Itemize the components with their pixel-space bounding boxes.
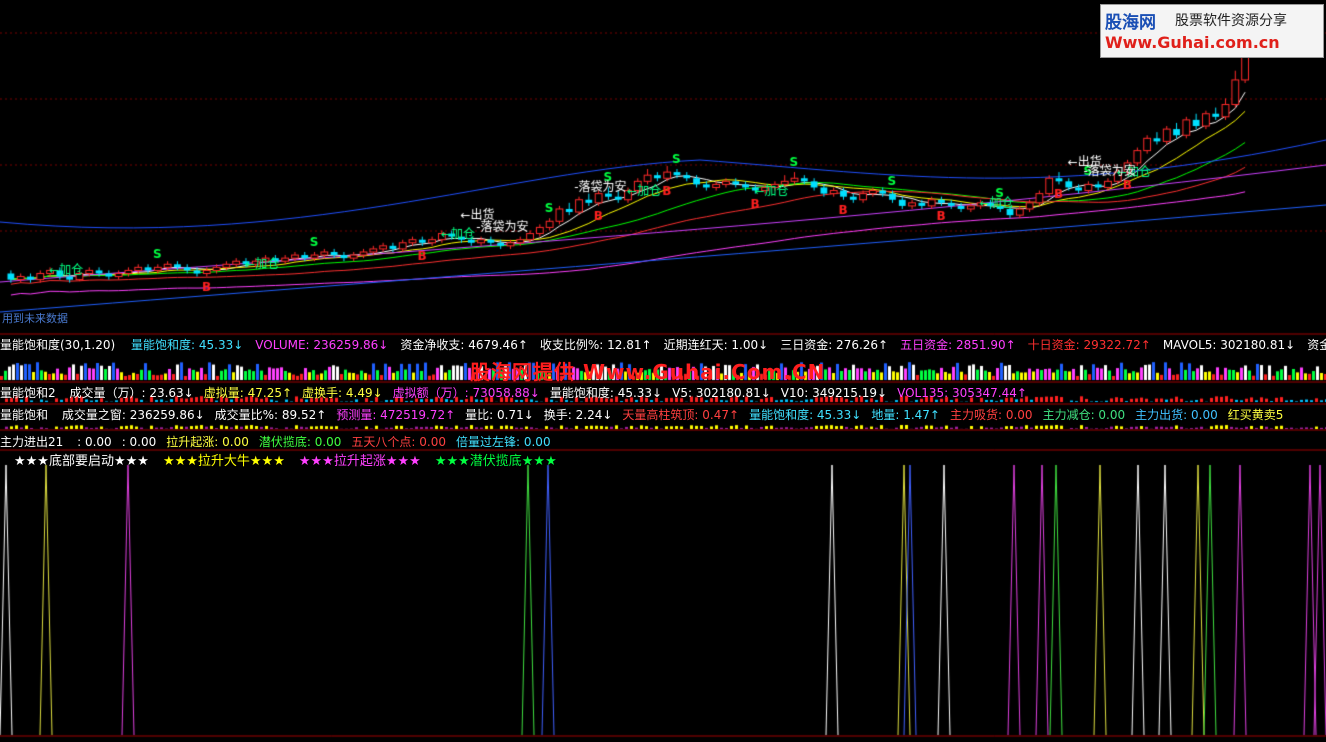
row4-item: 拉升起涨: 0.00 bbox=[166, 435, 249, 449]
indicator-row-1-title: 量能饱和度(30,1.20) bbox=[0, 338, 116, 352]
row3-item: 地量: 1.47↑ bbox=[871, 408, 940, 422]
row2-item: 量能饱和度: 45.33↓ bbox=[549, 386, 663, 400]
row3-item: 预测量: 472519.72↑ bbox=[336, 408, 456, 422]
watermark: 股海网提供 Www.Guhai.Com.CN bbox=[470, 360, 826, 384]
row4-item: 五天八个点: 0.00 bbox=[351, 435, 446, 449]
row1-item: VOLUME: 236259.86↓ bbox=[255, 338, 389, 352]
row3-item: 换手: 2.24↓ bbox=[543, 408, 613, 422]
row2-item: VOL135: 305347.44↑ bbox=[897, 386, 1027, 400]
indicator-row-3-title: 量能饱和 bbox=[0, 408, 49, 422]
row4-item: 潜伏揽底: 0.00 bbox=[258, 435, 342, 449]
row3-item: 成交量比%: 89.52↑ bbox=[214, 408, 327, 422]
row1-item: MAVOL5: 302180.81↓ bbox=[1162, 338, 1296, 352]
indicator-row-4-title: 主力进出21 bbox=[0, 435, 64, 449]
row3-item: 量能饱和度: 45.33↓ bbox=[749, 408, 862, 422]
row3-item: 红买黄卖5 bbox=[1227, 408, 1284, 422]
indicator-row-4: 主力进出21 : 0.00 : 0.00 拉升起涨: 0.00 潜伏揽底: 0.00 五… bbox=[0, 434, 551, 450]
row1-item: 五日资金: 2851.90↑ bbox=[900, 338, 1016, 352]
row3-item: 主力出货: 0.00 bbox=[1135, 408, 1218, 422]
row3-item: 成交量之窗: 236259.86↓ bbox=[61, 408, 205, 422]
logo-brand: 股海网 bbox=[1105, 13, 1156, 33]
logo-slogan: 股票软件资源分享 bbox=[1175, 13, 1287, 29]
row4-item: : 0.00 bbox=[77, 435, 112, 449]
row5-item: ★★★潜伏揽底★★★ bbox=[434, 454, 557, 469]
row3-item: 量比: 0.71↓ bbox=[465, 408, 534, 422]
row4-item: : 0.00 bbox=[121, 435, 157, 449]
row3-item: 主力吸货: 0.00 bbox=[949, 408, 1033, 422]
row4-item: 倍量过左锋: 0.00 bbox=[456, 435, 551, 449]
signal-legend-row: ★★★底部要启动★★★ ★★★拉升大牛★★★ ★★★拉升起涨★★★ ★★★潜伏揽底★★… bbox=[0, 454, 557, 470]
indicator-row-2: 量能饱和2 成交量（万）: 23.63↓ 虚拟量: 47.25↑ 虚换手: 4.49… bbox=[0, 385, 1027, 401]
row2-item: 虚换手: 4.49↓ bbox=[302, 386, 383, 400]
row2-item: 虚拟量: 47.25↑ bbox=[203, 386, 293, 400]
row3-item: 主力减仓: 0.00 bbox=[1042, 408, 1126, 422]
row2-item: 成交量（万）: 23.63↓ bbox=[69, 386, 194, 400]
row1-item: 十日资金: 29322.72↑ bbox=[1027, 338, 1151, 352]
row2-item: V5: 302180.81↓ bbox=[672, 386, 771, 400]
row1-item: 资金异动135 bbox=[1307, 338, 1326, 352]
row5-item: ★★★底部要启动★★★ bbox=[14, 454, 149, 469]
row1-item: 资金净收支: 4679.46↑ bbox=[400, 338, 528, 352]
row2-item: V10: 349215.19↓ bbox=[780, 386, 888, 400]
logo-url: Www.Guhai.com.cn bbox=[1105, 33, 1280, 52]
row1-item: 量能饱和度: 45.33↓ bbox=[131, 338, 244, 352]
row3-item: 天量高柱筑顶: 0.47↑ bbox=[622, 408, 740, 422]
row5-item: ★★★拉升大牛★★★ bbox=[162, 454, 285, 469]
indicator-row-3: 量能饱和 成交量之窗: 236259.86↓ 成交量比%: 89.52↑ 预测量: … bbox=[0, 407, 1283, 423]
row5-item: ★★★拉升起涨★★★ bbox=[298, 454, 421, 469]
row1-item: 收支比例%: 12.81↑ bbox=[539, 338, 652, 352]
site-logo[interactable]: 股海网 股票软件资源分享 Www.Guhai.com.cn bbox=[1100, 4, 1324, 58]
future-data-note: 用到未来数据 bbox=[2, 312, 68, 325]
row1-item: 三日资金: 276.26↑ bbox=[780, 338, 889, 352]
row1-item: 近期连红天: 1.00↓ bbox=[663, 338, 769, 352]
row2-item: 虚拟额（万）: 73058.88↓ bbox=[392, 386, 540, 400]
indicator-row-2-title: 量能饱和2 bbox=[0, 386, 56, 400]
indicator-row-1: 量能饱和度(30,1.20) 量能饱和度: 45.33↓ VOLUME: 2362… bbox=[0, 337, 1326, 353]
